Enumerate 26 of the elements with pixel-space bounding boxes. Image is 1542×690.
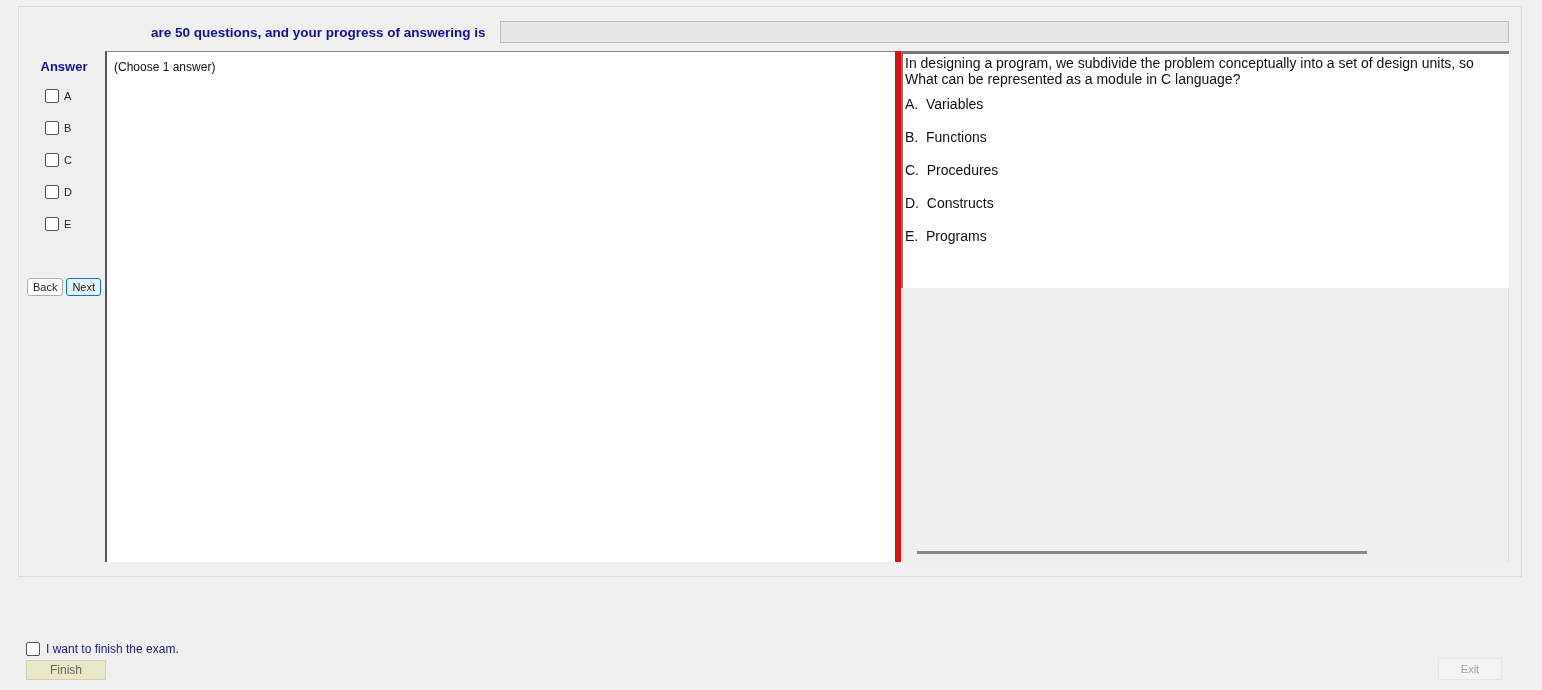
- choice-text: C. Procedures: [905, 162, 1000, 178]
- option-label: E: [64, 218, 72, 230]
- back-button[interactable]: Back: [26, 278, 64, 296]
- finish-checkbox[interactable]: [26, 642, 40, 656]
- option-label: C: [64, 154, 72, 166]
- horizontal-scrollbar[interactable]: [917, 551, 1367, 554]
- choice-text: B. Functions: [905, 129, 988, 145]
- choice-text: E. Programs: [905, 228, 988, 244]
- answer-heading: Answer: [40, 59, 88, 74]
- answer-checkbox[interactable]: [45, 89, 59, 103]
- finish-label: I want to finish the exam.: [46, 642, 179, 656]
- choice-text: A. Variables: [905, 96, 985, 112]
- question-text: In designing a program, we subdivide the problem conceptually into a set of design units, so: [905, 55, 1475, 71]
- option-label: A: [64, 90, 72, 102]
- choice-text: D. Constructs: [905, 195, 995, 211]
- next-button[interactable]: Next: [66, 278, 102, 296]
- answer-checkbox[interactable]: [45, 153, 59, 167]
- answer-checkbox[interactable]: [45, 121, 59, 135]
- answer-hint: (Choose 1 answer): [114, 60, 216, 74]
- answer-checkbox[interactable]: [45, 217, 59, 231]
- finish-button[interactable]: Finish: [26, 660, 106, 680]
- question-text: What can be represented as a module in C language?: [905, 71, 1242, 87]
- option-label: B: [64, 122, 72, 134]
- answer-checkbox[interactable]: [45, 185, 59, 199]
- progress-caption: are 50 questions, and your progress of answering is: [151, 24, 486, 40]
- option-label: D: [64, 186, 72, 198]
